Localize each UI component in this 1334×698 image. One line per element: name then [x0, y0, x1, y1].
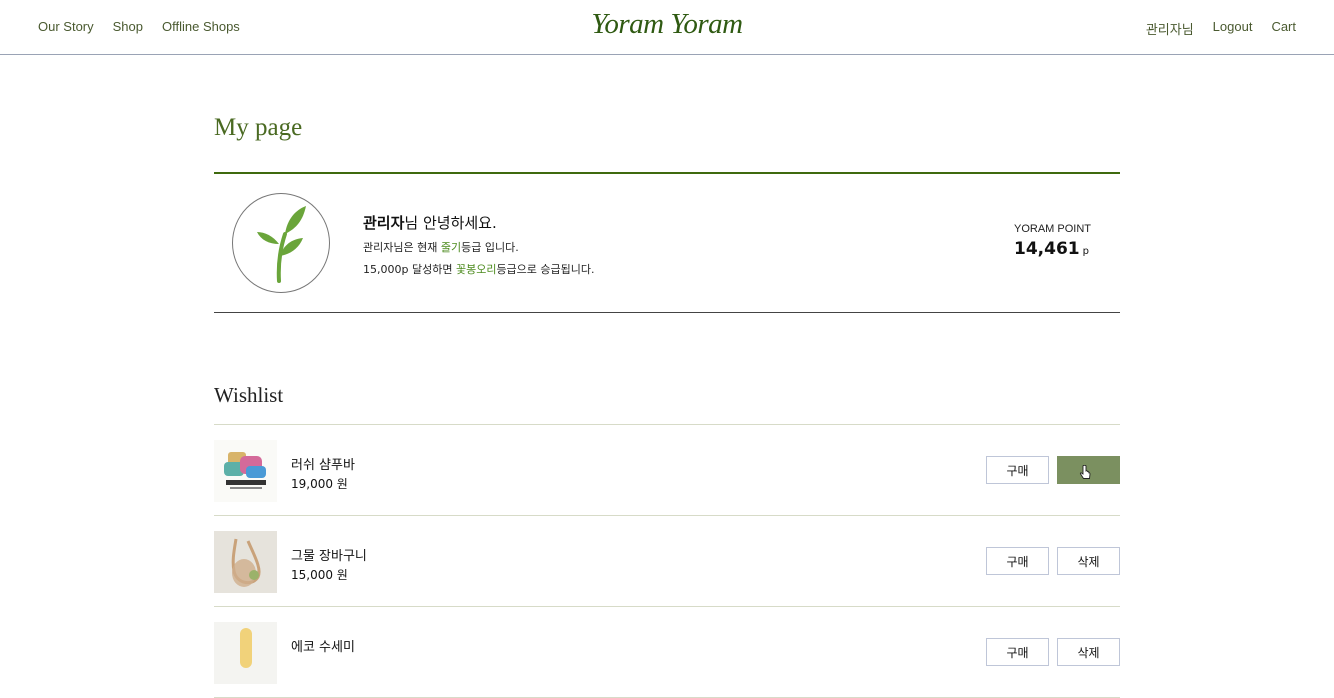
profile-card: 관리자님 안녕하세요. 관리자님은 현재 줄기등급 입니다. 15,000p 달… — [214, 172, 1120, 313]
product-thumbnail[interactable] — [214, 531, 277, 593]
grade-current: 관리자님은 현재 줄기등급 입니다. — [363, 239, 595, 255]
point-box: YORAM POINT 14,461 p — [1014, 223, 1120, 259]
product-name[interactable]: 그물 장바구니 — [291, 545, 367, 564]
greeting-block: 관리자님 안녕하세요. 관리자님은 현재 줄기등급 입니다. 15,000p 달… — [363, 212, 595, 277]
buy-button[interactable]: 구매 — [986, 547, 1049, 575]
product-thumbnail[interactable] — [214, 622, 277, 684]
point-label: YORAM POINT — [1014, 223, 1092, 235]
point-unit: p — [1082, 246, 1089, 257]
point-value: 14,461 — [1014, 239, 1080, 259]
nav-user-name[interactable]: 관리자님 — [1146, 19, 1194, 38]
nav-right: 관리자님 Logout Cart — [1146, 19, 1296, 38]
wishlist: 러쉬 샴푸바 19,000 원 구매 그물 장바구니 15,000 원 구매 삭… — [214, 424, 1120, 698]
product-price: 19,000 원 — [291, 477, 348, 491]
delete-button[interactable]: 삭제 — [1057, 547, 1120, 575]
net-bag-image — [214, 531, 277, 593]
wishlist-item: 그물 장바구니 15,000 원 구매 삭제 — [214, 516, 1120, 607]
point-value-line: 14,461 p — [1014, 239, 1120, 259]
greeting-headline: 관리자님 안녕하세요. — [363, 212, 595, 233]
grade-current-prefix: 관리자님은 현재 — [363, 241, 441, 254]
top-navigation: Our Story Shop Offline Shops Yoram Yoram… — [0, 0, 1334, 55]
avatar — [232, 193, 330, 293]
nav-cart[interactable]: Cart — [1271, 19, 1296, 38]
delete-button[interactable]: 삭제 — [1057, 638, 1120, 666]
grade-next-suffix: 등급으로 승급됩니다. — [496, 263, 595, 276]
next-grade: 꽃봉오리 — [455, 263, 497, 276]
product-name[interactable]: 러쉬 샴푸바 — [291, 454, 355, 473]
greeting-suffix: 님 안녕하세요. — [404, 214, 497, 232]
product-name[interactable]: 에코 수세미 — [291, 636, 355, 655]
shampoo-bar-image — [214, 440, 277, 502]
sponge-image — [214, 622, 277, 684]
buy-button[interactable]: 구매 — [986, 456, 1049, 484]
current-grade: 줄기 — [440, 241, 462, 254]
wishlist-item: 에코 수세미 구매 삭제 — [214, 607, 1120, 698]
grade-next: 15,000p 달성하면 꽃봉오리등급으로 승급됩니다. — [363, 261, 595, 277]
nav-logout[interactable]: Logout — [1213, 19, 1253, 38]
product-price: 15,000 원 — [291, 568, 348, 582]
pointer-cursor-icon — [1079, 465, 1091, 479]
page-title: My page — [214, 114, 303, 141]
wishlist-title: Wishlist — [214, 383, 284, 407]
product-thumbnail[interactable] — [214, 440, 277, 502]
user-name: 관리자 — [363, 214, 405, 232]
wishlist-item: 러쉬 샴푸바 19,000 원 구매 — [214, 425, 1120, 516]
grade-current-suffix: 등급 입니다. — [461, 241, 519, 254]
sprout-icon — [257, 206, 306, 283]
buy-button[interactable]: 구매 — [986, 638, 1049, 666]
brand-logo[interactable]: Yoram Yoram — [0, 8, 1334, 41]
grade-next-prefix: 15,000p 달성하면 — [363, 263, 456, 276]
